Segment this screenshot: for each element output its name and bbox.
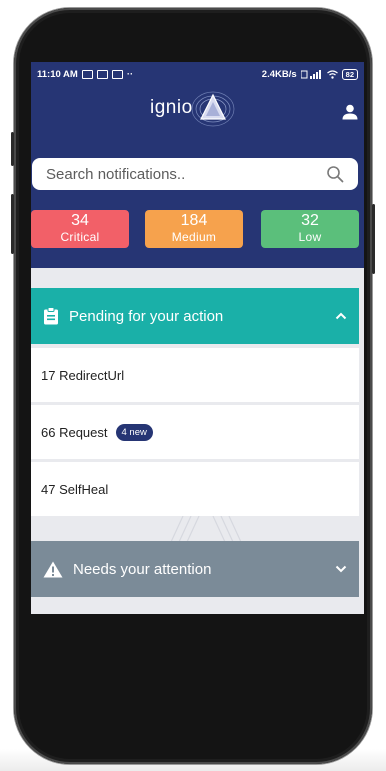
user-profile-icon[interactable] (342, 104, 358, 120)
medium-count-label: Medium (171, 230, 217, 244)
low-count-card[interactable]: 32 Low (261, 210, 359, 248)
app-header: ignio Search notifications.. 34 Critical… (31, 86, 364, 268)
low-count-value: 32 (301, 212, 319, 229)
list-item-redirecturl[interactable]: 17 RedirectUrl (31, 348, 359, 402)
chevron-down-icon[interactable] (335, 565, 347, 573)
app-screen: 11:10 AM ·· 2.4KB/s 82 ignio Search noti… (31, 62, 364, 614)
medium-count-card[interactable]: 184 Medium (145, 210, 243, 248)
pending-section-header[interactable]: Pending for your action (31, 288, 359, 344)
search-placeholder: Search notifications.. (46, 165, 186, 183)
list-item-label: 66 Request (41, 424, 108, 440)
attention-section-header[interactable]: Needs your attention (31, 541, 359, 597)
critical-count-label: Critical (60, 230, 100, 244)
clipboard-icon (44, 307, 58, 325)
wifi-icon (326, 69, 338, 79)
chevron-up-icon[interactable] (335, 312, 347, 320)
message-icon (96, 69, 108, 79)
screen-icon (81, 69, 93, 79)
list-item-label: 47 SelfHeal (41, 481, 109, 497)
search-icon[interactable] (326, 165, 344, 183)
logo-text: ignio (150, 97, 193, 118)
attention-section-title: Needs your attention (73, 560, 212, 578)
network-speed: 2.4KB/s (261, 68, 297, 80)
search-input[interactable]: Search notifications.. (32, 158, 358, 190)
pending-section-title: Pending for your action (69, 307, 224, 325)
watermark-pattern (171, 516, 241, 542)
signal-icon (300, 69, 321, 79)
phone-side-button (11, 194, 14, 254)
list-item-selfheal[interactable]: 47 SelfHeal (31, 462, 359, 516)
ignio-logo: ignio (150, 88, 237, 128)
more-dots: ·· (126, 68, 134, 80)
severity-counts: 34 Critical 184 Medium 32 Low (31, 210, 364, 250)
new-count-badge: 4 new (115, 423, 153, 441)
phone-side-button (372, 204, 375, 274)
medium-count-value: 184 (180, 212, 208, 229)
phone-side-button (11, 132, 14, 166)
critical-count-card[interactable]: 34 Critical (31, 210, 129, 248)
low-count-label: Low (298, 230, 322, 244)
warning-icon (43, 561, 63, 577)
status-bar: 11:10 AM ·· 2.4KB/s 82 (31, 62, 364, 86)
list-item-request[interactable]: 66 Request 4 new (31, 405, 359, 459)
list-item-label: 17 RedirectUrl (41, 367, 125, 383)
critical-count-value: 34 (71, 212, 89, 229)
gallery-icon (111, 69, 123, 79)
status-time: 11:10 AM (37, 68, 78, 80)
battery-icon: 82 (341, 68, 358, 80)
ignio-logo-mark-icon (191, 91, 235, 127)
